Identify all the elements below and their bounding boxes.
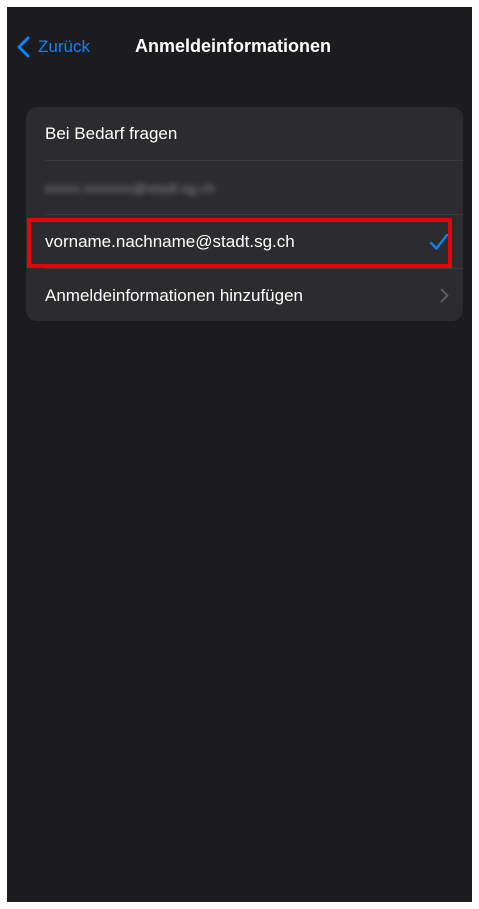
option-label: Bei Bedarf fragen xyxy=(45,123,178,143)
option-label: Anmeldeinformationen hinzufügen xyxy=(45,285,304,305)
option-ask-when-needed[interactable]: Bei Bedarf fragen xyxy=(26,107,463,160)
option-label: xxxxx.xxxxxxx@stadt.sg.ch xyxy=(45,179,215,196)
back-button[interactable]: Zurück xyxy=(17,34,90,60)
checkmark-icon xyxy=(429,215,449,268)
chevron-right-icon xyxy=(440,269,449,322)
back-label: Zurück xyxy=(38,37,90,56)
page-title: Anmeldeinformationen xyxy=(135,36,332,56)
option-label: vorname.nachname@stadt.sg.ch xyxy=(45,231,295,251)
credentials-list: Bei Bedarf fragen xxxxx.xxxxxxx@stadt.sg… xyxy=(26,107,463,321)
option-add-credentials[interactable]: Anmeldeinformationen hinzufügen xyxy=(26,269,463,322)
screen: Zurück Anmeldeinformationen Bei Bedarf f… xyxy=(7,7,472,902)
option-selected-email[interactable]: vorname.nachname@stadt.sg.ch xyxy=(26,215,463,268)
chevron-left-icon xyxy=(17,36,30,58)
navigation-bar: Zurück Anmeldeinformationen xyxy=(7,7,472,89)
option-blurred-email[interactable]: xxxxx.xxxxxxx@stadt.sg.ch xyxy=(26,161,463,214)
